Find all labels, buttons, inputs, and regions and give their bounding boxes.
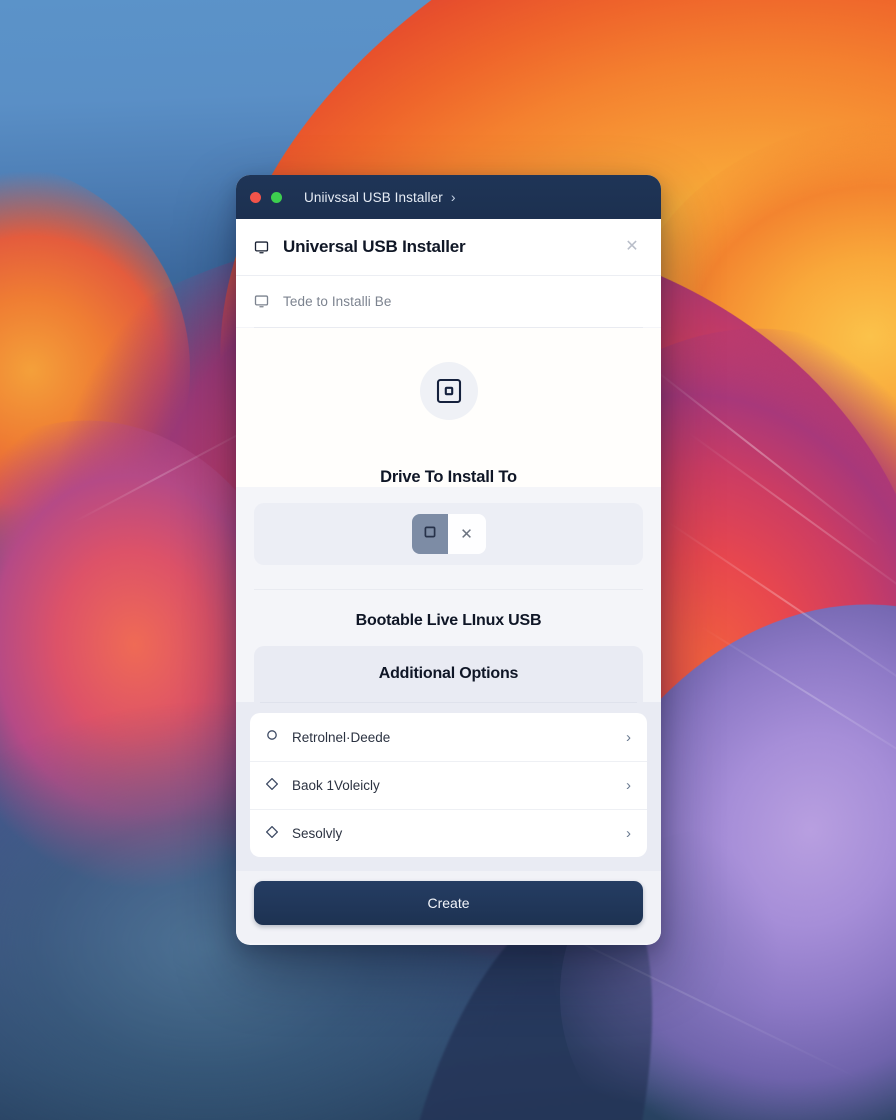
chevron-right-icon: › — [626, 728, 631, 746]
create-button[interactable]: Create — [254, 881, 643, 925]
chevron-right-icon: › — [450, 189, 456, 205]
hero-section: Drive To Install To — [236, 328, 661, 487]
drive-clear-button[interactable]: ✕ — [447, 514, 486, 554]
window-footer: Create — [236, 871, 661, 943]
additional-options-label: Additional Options — [378, 665, 519, 682]
section-divider — [254, 589, 643, 590]
monitor-icon — [254, 294, 269, 309]
monitor-icon — [254, 240, 269, 255]
additional-options-panel: Retrolnel·Deede › Baok 1Voleicly › Sesol… — [236, 703, 661, 871]
close-icon[interactable]: ✕ — [621, 236, 643, 258]
page-title: Universal USB Installer — [283, 237, 466, 256]
options-list: Retrolnel·Deede › Baok 1Voleicly › Sesol… — [250, 713, 647, 857]
list-item[interactable]: Retrolnel·Deede › — [250, 713, 647, 761]
drive-selector[interactable]: ✕ — [254, 503, 643, 565]
drive-chip-button[interactable] — [411, 514, 448, 554]
list-item-label: Sesolvly — [292, 826, 343, 841]
titlebar-title: Uniivssal USB Installer › — [304, 189, 456, 205]
circle-icon — [266, 728, 278, 746]
diamond-icon — [265, 825, 279, 843]
subtitle-row: Tede to Installi Be — [236, 276, 661, 327]
list-item[interactable]: Baok 1Voleicly › — [250, 761, 647, 809]
window-titlebar[interactable]: Uniivssal USB Installer › — [236, 175, 661, 219]
square-in-square-icon — [419, 362, 478, 420]
drive-selector-control[interactable]: ✕ — [411, 514, 486, 554]
traffic-light-maximize-button[interactable] — [271, 191, 282, 203]
subtitle-text: Tede to Installi Be — [283, 294, 392, 309]
chevron-right-icon: › — [626, 777, 631, 794]
app-window: Uniivssal USB Installer › Universal USB … — [236, 175, 661, 945]
additional-options-header[interactable]: Additional Options — [254, 646, 643, 702]
list-item-label: Retrolnel·Deede — [292, 729, 391, 745]
bootable-section-title: Bootable Live LInux USB — [355, 612, 542, 629]
chevron-right-icon: › — [626, 825, 631, 842]
diamond-icon — [265, 777, 279, 795]
list-item[interactable]: Sesolvly › — [250, 809, 647, 857]
titlebar-title-text: Uniivssal USB Installer — [304, 189, 443, 205]
hero-title: Drive To Install To — [380, 468, 517, 486]
traffic-light-close-button[interactable] — [250, 191, 261, 203]
square-icon — [423, 525, 437, 544]
list-item-label: Baok 1Voleicly — [292, 778, 380, 793]
app-header: Universal USB Installer ✕ — [236, 219, 661, 276]
